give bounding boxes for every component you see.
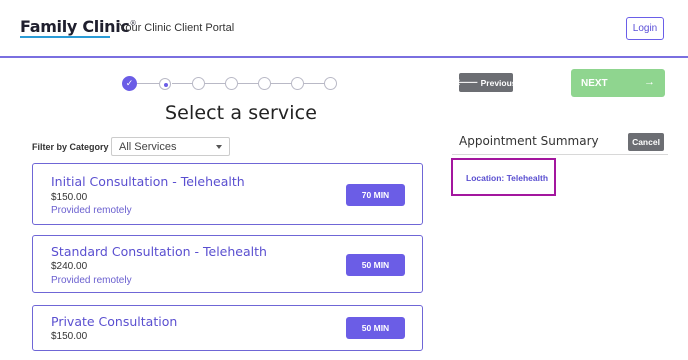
service-duration-button[interactable]: 70 MIN <box>346 184 405 206</box>
service-note: Provided remotely <box>51 205 132 216</box>
step-connector <box>238 83 259 84</box>
arrow-right-icon: → <box>644 76 655 88</box>
appointment-summary-title: Appointment Summary <box>459 134 599 148</box>
service-name: Initial Consultation - Telehealth <box>51 174 245 189</box>
previous-button[interactable]: 🡐 Previous <box>455 73 517 92</box>
step-7 <box>324 77 337 90</box>
service-name: Private Consultation <box>51 314 178 329</box>
step-connector <box>304 83 325 84</box>
portal-title: Your Clinic Client Portal <box>119 22 235 34</box>
step-connector <box>137 83 160 84</box>
logo-underline <box>20 36 110 38</box>
service-note: Provided remotely <box>51 275 132 286</box>
step-5 <box>258 77 271 90</box>
filter-selected-value: All Services <box>119 140 177 153</box>
step-6 <box>291 77 304 90</box>
service-name: Standard Consultation - Telehealth <box>51 244 267 259</box>
summary-location: Location: Telehealth <box>466 173 549 183</box>
step-2-current <box>159 78 171 90</box>
progress-stepper: ✓ <box>122 76 338 92</box>
step-connector <box>172 83 193 84</box>
step-3 <box>192 77 205 90</box>
service-price: $150.00 <box>51 192 88 203</box>
page-title: Select a service <box>165 102 317 124</box>
service-card-standard-telehealth[interactable]: Standard Consultation - Telehealth $240.… <box>32 235 423 293</box>
filter-label: Filter by Category <box>32 142 109 152</box>
arrow-left-icon: 🡐 <box>455 77 481 87</box>
login-button[interactable]: Login <box>626 17 664 40</box>
next-label: NEXT <box>581 78 608 89</box>
category-filter-select[interactable]: All Services <box>111 137 230 156</box>
service-price: $240.00 <box>51 261 88 272</box>
service-price: $150.00 <box>51 331 88 342</box>
chevron-down-icon <box>216 145 222 149</box>
logo-text: Family Clinic <box>20 17 130 36</box>
service-card-private[interactable]: Private Consultation $150.00 50 MIN <box>32 305 423 351</box>
service-duration-button[interactable]: 50 MIN <box>346 254 405 276</box>
step-1-complete-check-icon: ✓ <box>122 76 137 91</box>
service-duration-button[interactable]: 50 MIN <box>346 317 405 339</box>
next-button[interactable]: NEXT → <box>571 69 665 97</box>
app-header: Family Clinic® Your Clinic Client Portal… <box>0 0 688 58</box>
cancel-button[interactable]: Cancel <box>628 133 664 151</box>
step-connector <box>271 83 292 84</box>
previous-label: Previous <box>480 77 517 88</box>
step-4 <box>225 77 238 90</box>
location-highlight-box: Location: Telehealth <box>451 158 556 196</box>
step-connector <box>205 83 226 84</box>
service-card-initial-telehealth[interactable]: Initial Consultation - Telehealth $150.0… <box>32 163 423 225</box>
summary-divider <box>452 154 668 155</box>
